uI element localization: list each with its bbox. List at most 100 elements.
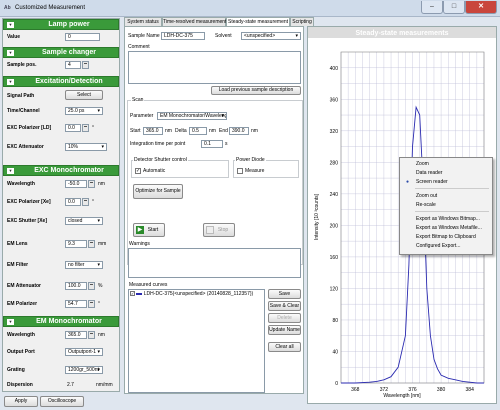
em-lens-stepper[interactable] bbox=[88, 240, 95, 248]
grating-label: Grating bbox=[7, 367, 25, 373]
x-tick-label: 384 bbox=[466, 387, 475, 393]
maximize-button[interactable]: □ bbox=[443, 1, 465, 14]
exc-wavelength-label: Wavelength bbox=[7, 181, 35, 187]
em-polarizer-stepper[interactable] bbox=[88, 300, 95, 308]
start-unit: nm bbox=[165, 128, 172, 134]
sample-changer-header[interactable]: ▼ Sample changer bbox=[3, 47, 119, 58]
menu-item-data-reader[interactable]: Data reader bbox=[416, 170, 442, 176]
start-button-label: Start bbox=[147, 227, 159, 233]
excitation-detection-header[interactable]: ▼ Excitation/Detection bbox=[3, 76, 119, 87]
grating-select[interactable]: 1200gr_500nt bbox=[65, 366, 103, 374]
apply-button[interactable]: Apply bbox=[4, 396, 38, 407]
em-monochromator-header[interactable]: ▼ EM Monochromator bbox=[3, 316, 119, 327]
em-wavelength-stepper[interactable] bbox=[88, 331, 95, 339]
sample-name-label: Sample Name bbox=[128, 33, 160, 39]
update-name-button[interactable]: Update Name bbox=[268, 325, 301, 335]
optimize-for-sample-button[interactable]: Optimize for Sample bbox=[133, 184, 183, 199]
solvent-label: Solvent bbox=[215, 33, 232, 39]
close-button[interactable]: ✕ bbox=[465, 1, 497, 14]
comment-textarea[interactable] bbox=[128, 51, 301, 84]
em-lens-unit: mm bbox=[98, 241, 107, 247]
dispersion-unit: nm/mm bbox=[96, 382, 113, 388]
y-tick-label: 0 bbox=[335, 381, 338, 387]
menu-item-screen-reader[interactable]: Screen reader bbox=[416, 179, 448, 185]
integration-time-input[interactable]: 0.1 bbox=[201, 140, 223, 148]
minimize-button[interactable]: – bbox=[421, 1, 443, 14]
parameter-select[interactable]: EM Monochromator/Wavelength bbox=[157, 112, 227, 120]
tab-system-status[interactable]: System status bbox=[124, 17, 162, 26]
sample-pos-stepper[interactable] bbox=[82, 61, 89, 69]
play-icon: ▶ bbox=[136, 226, 144, 234]
automatic-checkbox[interactable]: ✓ bbox=[135, 168, 141, 174]
exc-wavelength-field[interactable]: -50.0 bbox=[65, 180, 87, 188]
y-tick-label: 360 bbox=[330, 97, 339, 103]
exc-polarizer-xe-stepper[interactable] bbox=[82, 198, 89, 206]
menu-item-export-metafile[interactable]: Export as Windows Metafile... bbox=[416, 225, 482, 231]
solvent-select[interactable]: <unspecified> bbox=[241, 32, 301, 40]
tab-scripting[interactable]: Scripting bbox=[290, 17, 314, 26]
em-attenuator-stepper[interactable] bbox=[88, 282, 95, 290]
menu-item-rescale[interactable]: Re-scale bbox=[416, 202, 436, 208]
em-lens-field[interactable]: 9.3 bbox=[65, 240, 87, 248]
sample-pos-field[interactable]: 4 bbox=[65, 61, 81, 69]
selected-bullet-icon: ● bbox=[406, 179, 410, 185]
exc-polarizer-ld-field[interactable]: 0.0 bbox=[65, 124, 81, 132]
exc-monochromator-header[interactable]: ▼ EXC Monochromator bbox=[3, 165, 119, 176]
exc-wavelength-stepper[interactable] bbox=[88, 180, 95, 188]
end-input[interactable]: 390.0 bbox=[229, 127, 249, 135]
time-channel-select[interactable]: 25.0 ps bbox=[65, 107, 103, 115]
menu-item-zoom[interactable]: Zoom bbox=[416, 161, 429, 167]
em-polarizer-unit: ° bbox=[98, 301, 100, 307]
menu-separator bbox=[415, 211, 489, 212]
exc-polarizer-ld-unit: ° bbox=[92, 125, 94, 131]
start-input[interactable]: 365.0 bbox=[143, 127, 163, 135]
menu-item-zoom-out[interactable]: Zoom out bbox=[416, 193, 437, 199]
signal-path-select-button[interactable]: Select bbox=[65, 90, 103, 100]
y-tick-label: 320 bbox=[330, 129, 339, 135]
em-attenuator-field[interactable]: 100.0 bbox=[65, 282, 87, 290]
menu-item-export-bitmap[interactable]: Export as Windows Bitmap... bbox=[416, 216, 480, 222]
curve-list-item[interactable]: ✓ LDH-DC-375(<unspecified> (20140828_112… bbox=[130, 291, 260, 298]
save-curve-button[interactable]: Save bbox=[268, 289, 301, 299]
sample-name-input[interactable]: LDH-DC-375 bbox=[161, 32, 205, 40]
save-and-clear-button[interactable]: Save & Clear bbox=[268, 301, 301, 311]
output-port-select[interactable]: Outputport-1 bbox=[65, 348, 103, 356]
lamp-value-field[interactable]: 0 bbox=[65, 33, 100, 41]
load-sample-description-button[interactable]: Load previous sample description bbox=[211, 86, 301, 95]
measured-curves-list[interactable]: ✓ LDH-DC-375(<unspecified> (20140828_112… bbox=[128, 289, 265, 393]
comment-label: Comment bbox=[128, 44, 150, 50]
scan-group bbox=[127, 100, 303, 265]
em-polarizer-field[interactable]: 54.7 bbox=[65, 300, 87, 308]
start-label: Start bbox=[130, 128, 141, 134]
scan-group-title: Scan bbox=[131, 97, 145, 103]
exc-polarizer-ld-stepper[interactable] bbox=[82, 124, 89, 132]
menu-item-configured-export[interactable]: Configured Export... bbox=[416, 243, 460, 249]
dispersion-label: Dispersion bbox=[7, 382, 33, 388]
x-axis-label: Wavelength [nm] bbox=[383, 393, 421, 399]
measurement-settings-panel: Sample Name LDH-DC-375 Solvent <unspecif… bbox=[124, 26, 304, 394]
tab-time-resolved[interactable]: Time-resolved measurement bbox=[162, 17, 226, 26]
y-tick-label: 120 bbox=[330, 286, 339, 292]
curve-checkbox[interactable]: ✓ bbox=[130, 291, 135, 296]
exc-shutter-select[interactable]: closed bbox=[65, 217, 103, 225]
em-filter-select[interactable]: no filter bbox=[65, 261, 103, 269]
lamp-power-header[interactable]: ▼ Lamp power bbox=[3, 19, 119, 30]
em-attenuator-unit: % bbox=[98, 283, 103, 289]
y-tick-label: 200 bbox=[330, 223, 339, 229]
start-button[interactable]: ▶ Start bbox=[133, 223, 165, 237]
delta-input[interactable]: 0.5 bbox=[189, 127, 207, 135]
y-tick-label: 80 bbox=[332, 318, 338, 324]
stop-button[interactable]: Stop bbox=[203, 223, 235, 237]
clear-all-button[interactable]: Clear all bbox=[268, 342, 301, 352]
exc-polarizer-xe-field[interactable]: 0.0 bbox=[65, 198, 81, 206]
measure-label: Measure bbox=[245, 168, 265, 174]
menu-item-export-clipboard[interactable]: Export Bitmap to Clipboard bbox=[416, 234, 476, 240]
measure-checkbox[interactable] bbox=[237, 168, 243, 174]
em-wavelength-field[interactable]: 365.0 bbox=[65, 331, 87, 339]
oscilloscope-button[interactable]: Oscilloscope bbox=[40, 396, 84, 407]
delete-curve-button[interactable]: Delete bbox=[268, 313, 301, 323]
collapse-icon: ▼ bbox=[7, 50, 14, 56]
em-wavelength-label: Wavelength bbox=[7, 332, 35, 338]
plot-title: Steady-state measurements bbox=[356, 30, 449, 37]
exc-attenuator-select[interactable]: 10% bbox=[65, 143, 107, 151]
